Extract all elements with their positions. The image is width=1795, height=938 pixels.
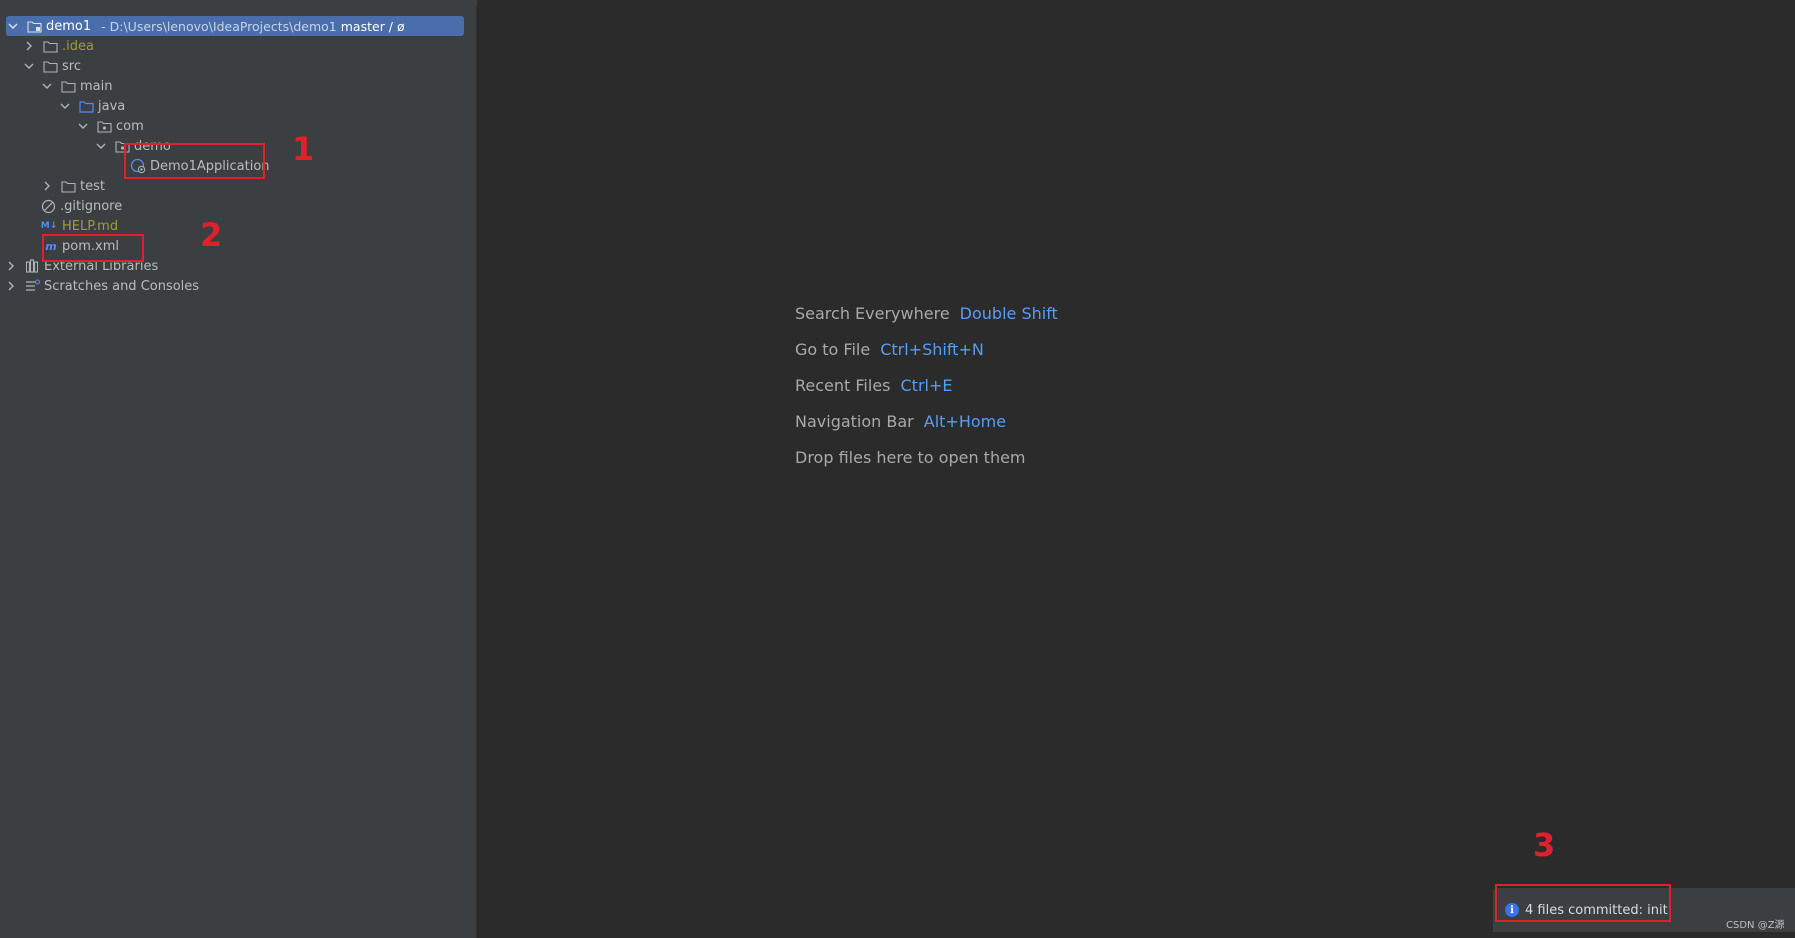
tree-root-demo1[interactable]: demo1 - D:\Users\lenovo\IdeaProjects\dem… <box>6 16 464 36</box>
tree-item-test[interactable]: test <box>40 176 105 196</box>
tree-item-com[interactable]: com <box>76 116 144 136</box>
hint-shortcut: Double Shift <box>959 304 1058 323</box>
chevron-down-icon[interactable] <box>94 139 108 153</box>
watermark-text: CSDN @Z源 <box>1726 920 1785 931</box>
annotation-box-1 <box>124 143 265 179</box>
tree-item-label: Scratches and Consoles <box>44 278 200 294</box>
chevron-down-icon[interactable] <box>58 99 72 113</box>
chevron-right-icon[interactable] <box>40 179 54 193</box>
hint-shortcut: Alt+Home <box>923 412 1007 431</box>
hint-shortcut: Ctrl+E <box>900 376 953 395</box>
tree-item-label: main <box>80 78 113 94</box>
root-git-branch: master / ø <box>340 18 405 34</box>
annotation-box-3 <box>1495 884 1671 922</box>
package-icon <box>96 118 112 134</box>
root-project-path: - D:\Users\lenovo\IdeaProjects\demo1 <box>101 18 337 34</box>
hint-go-to-file: Go to File Ctrl+Shift+N <box>795 340 984 359</box>
tree-item-label: .idea <box>62 38 94 54</box>
hint-label: Drop files here to open them <box>795 448 1026 467</box>
annotation-box-2 <box>42 234 144 262</box>
tree-item-label: .gitignore <box>60 198 123 214</box>
chevron-down-icon[interactable] <box>76 119 90 133</box>
project-tool-window: demo1 - D:\Users\lenovo\IdeaProjects\dem… <box>0 0 477 938</box>
folder-icon <box>42 58 58 74</box>
tree-item-label: src <box>62 58 81 74</box>
chevron-down-icon[interactable] <box>6 19 20 33</box>
annotation-number-3: 3 <box>1533 826 1556 864</box>
module-folder-icon <box>26 18 42 34</box>
tree-item-java[interactable]: java <box>58 96 125 116</box>
hint-navigation-bar: Navigation Bar Alt+Home <box>795 412 1006 431</box>
markdown-icon: M↓ <box>40 221 58 231</box>
tree-item-gitignore[interactable]: .gitignore <box>40 196 122 216</box>
chevron-down-icon[interactable] <box>40 79 54 93</box>
editor-empty-area: Search Everywhere Double Shift Go to File… <box>478 0 1795 938</box>
hint-recent-files: Recent Files Ctrl+E <box>795 376 952 395</box>
tree-item-label: HELP.md <box>62 218 119 234</box>
chevron-right-icon[interactable] <box>4 259 18 273</box>
source-folder-icon <box>78 98 94 114</box>
chevron-right-icon[interactable] <box>4 279 18 293</box>
hint-label: Go to File <box>795 340 871 359</box>
chevron-down-icon[interactable] <box>22 59 36 73</box>
folder-icon <box>60 78 76 94</box>
hint-shortcut: Ctrl+Shift+N <box>880 340 984 359</box>
chevron-right-icon[interactable] <box>22 39 36 53</box>
tree-item-main[interactable]: main <box>40 76 112 96</box>
tree-item-help-md[interactable]: M↓ HELP.md <box>40 216 118 236</box>
tree-item-idea[interactable]: .idea <box>22 36 94 56</box>
annotation-number-2: 2 <box>200 216 223 254</box>
hint-label: Navigation Bar <box>795 412 914 431</box>
tree-item-label: java <box>98 98 126 114</box>
annotation-number-1: 1 <box>292 130 315 168</box>
library-icon <box>24 258 40 274</box>
hint-label: Search Everywhere <box>795 304 950 323</box>
hint-drop-files: Drop files here to open them <box>795 448 1026 467</box>
ignore-file-icon <box>40 198 56 214</box>
hint-search-everywhere: Search Everywhere Double Shift <box>795 304 1058 323</box>
tree-item-label: com <box>116 118 144 134</box>
tree-item-label: test <box>80 178 105 194</box>
project-pane-header <box>0 0 477 6</box>
ide-window: demo1 - D:\Users\lenovo\IdeaProjects\dem… <box>0 0 1795 938</box>
hint-label: Recent Files <box>795 376 891 395</box>
tree-item-scratches-and-consoles[interactable]: Scratches and Consoles <box>4 276 199 296</box>
scratches-icon <box>24 278 40 294</box>
folder-icon <box>60 178 76 194</box>
folder-icon <box>42 38 58 54</box>
root-project-name: demo1 <box>46 18 92 34</box>
tree-item-src[interactable]: src <box>22 56 81 76</box>
